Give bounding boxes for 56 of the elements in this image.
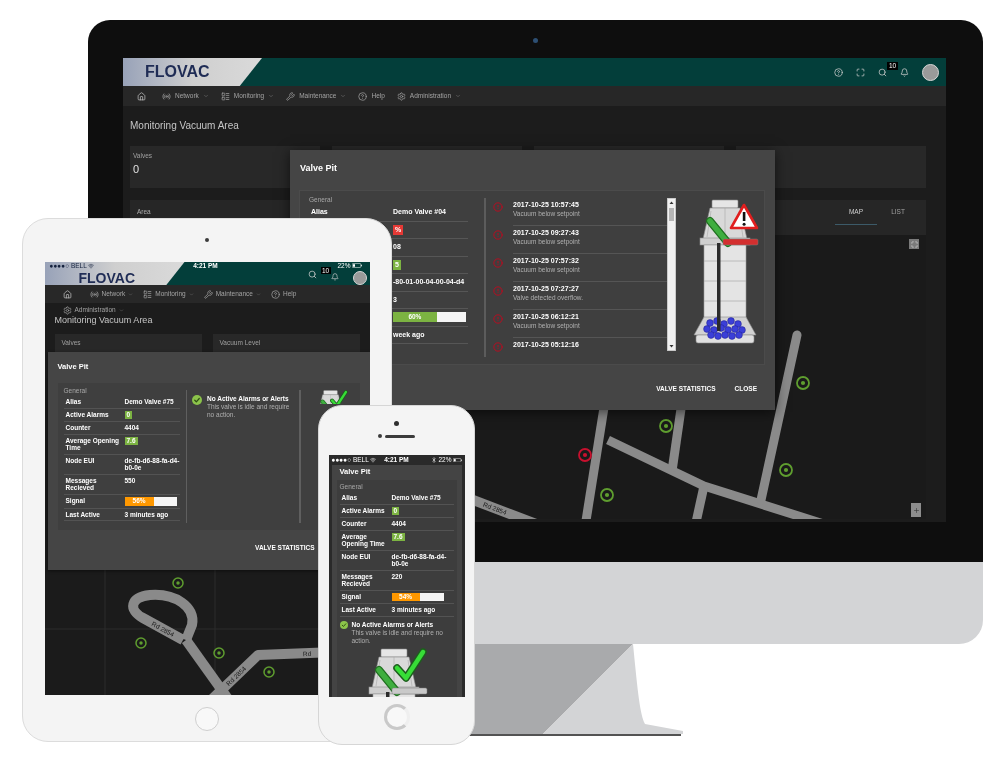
wifi-icon <box>369 457 376 463</box>
search-icon[interactable] <box>878 67 887 77</box>
bell-icon[interactable] <box>330 272 339 281</box>
help-icon <box>358 91 368 101</box>
map-marker-icon[interactable] <box>212 647 225 659</box>
broadcast-icon <box>89 289 99 299</box>
map-marker-icon[interactable] <box>262 666 275 678</box>
home-icon[interactable] <box>137 91 146 101</box>
check-circle-icon <box>339 620 348 629</box>
wrench-icon <box>286 91 296 101</box>
page-title: Monitoring Vacuum Area <box>54 315 153 326</box>
camera-icon <box>205 238 209 242</box>
webcam-icon <box>533 38 538 43</box>
gear-icon <box>62 305 72 315</box>
map-marker-icon[interactable] <box>600 488 614 502</box>
map-marker-icon[interactable] <box>659 419 673 433</box>
page-title: Monitoring Vacuum Area <box>130 120 239 132</box>
alert-icon <box>493 314 503 324</box>
check-circle-icon <box>192 395 202 405</box>
stat-value: 0 <box>133 163 140 175</box>
gear-icon <box>396 91 406 101</box>
battery-icon <box>351 263 362 268</box>
wifi-icon <box>87 262 94 269</box>
sensor-icon <box>378 434 382 438</box>
help-icon <box>270 289 280 299</box>
alert-icon <box>493 258 503 268</box>
wrench-icon <box>203 289 213 299</box>
modal-title: Valve Pit <box>300 163 338 174</box>
map-marker-icon[interactable] <box>796 376 810 390</box>
home-icon[interactable] <box>62 289 72 299</box>
plus-icon <box>912 506 920 514</box>
help-icon[interactable] <box>834 67 843 77</box>
fullscreen-icon <box>910 240 918 248</box>
alert-icon <box>493 202 503 212</box>
map-marker-icon[interactable] <box>779 463 793 477</box>
avatar-icon[interactable] <box>352 271 367 285</box>
camera-icon <box>394 421 399 426</box>
speaker-slot <box>385 434 415 438</box>
logo: FLOVAC <box>123 58 262 86</box>
search-icon[interactable] <box>307 270 317 279</box>
avatar-icon[interactable] <box>922 63 939 81</box>
map-marker-icon[interactable] <box>171 577 184 589</box>
bell-icon[interactable] <box>900 67 909 77</box>
map-marker-icon[interactable] <box>134 637 147 649</box>
scrollbar[interactable] <box>667 198 676 351</box>
battery-icon <box>452 457 462 463</box>
list-icon <box>220 91 230 101</box>
alert-icon <box>493 342 503 352</box>
broadcast-icon <box>162 91 171 101</box>
list-icon <box>143 289 153 299</box>
alert-icon <box>493 286 503 296</box>
map-marker-icon[interactable] <box>578 448 592 462</box>
alert-icon <box>493 230 503 240</box>
bluetooth-icon <box>431 457 438 463</box>
fullscreen-icon[interactable] <box>856 67 865 77</box>
road <box>127 589 197 645</box>
